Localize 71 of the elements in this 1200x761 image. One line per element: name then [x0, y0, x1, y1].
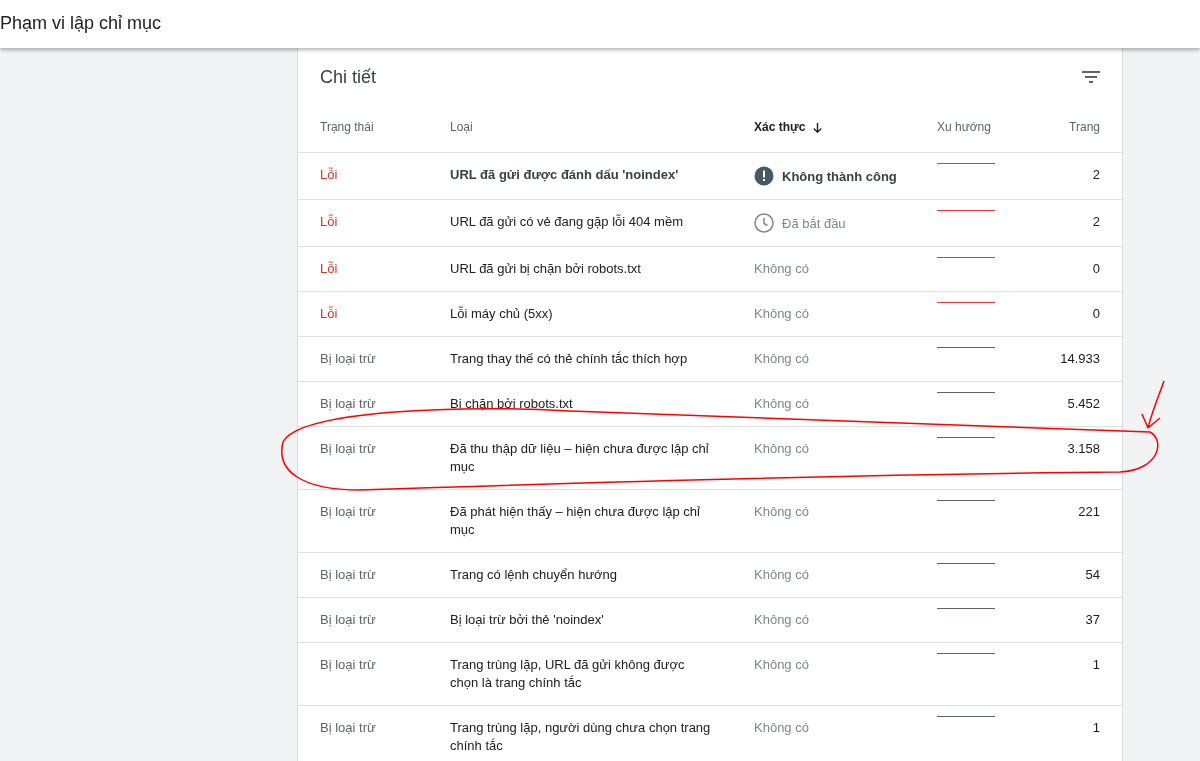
- issue-type-text: Đã thu thập dữ liệu – hiện chưa được lập chỉ mục: [450, 439, 710, 476]
- exclamation-icon: [754, 165, 774, 186]
- table-row[interactable]: Lỗi URL đã gửi bị chặn bởi robots.txt Không có 0: [298, 246, 1122, 291]
- table-row[interactable]: Bị loại trừ Đã phát hiện thấy – hiện chưa được lập chỉ mục Không có 221: [298, 489, 1122, 552]
- table-row[interactable]: Bị loại trừ Trang trùng lặp, người dùng chưa chọn trang chính tắc Không có 1: [298, 705, 1122, 761]
- validation-status-text: Không có: [754, 610, 809, 629]
- validation-status-text: Không có: [754, 655, 809, 674]
- status-text: Bị loại trừ: [320, 565, 376, 584]
- table-row[interactable]: Bị loại trừ Trang thay thế có thẻ chính tắc thích hợp Không có 14.933: [298, 336, 1122, 381]
- validation-status-text: Không có: [754, 502, 809, 521]
- issue-type-text: Bị loại trừ bởi thẻ 'noindex': [450, 610, 604, 629]
- filter-icon[interactable]: [1082, 71, 1100, 83]
- status-text: Bị loại trừ: [320, 502, 376, 521]
- status-text: Lỗi: [320, 304, 338, 323]
- validation-status-text: Không có: [754, 565, 809, 584]
- validation-status-text: Không có: [754, 718, 809, 737]
- table-row[interactable]: Lỗi Lỗi máy chủ (5xx) Không có 0: [298, 291, 1122, 336]
- column-header[interactable]: Loại: [450, 117, 473, 136]
- page-count-text: 54: [1085, 565, 1100, 584]
- page-count-text: 0: [1092, 304, 1100, 323]
- page-count-text: 221: [1078, 502, 1100, 521]
- status-text: Bị loại trừ: [320, 349, 376, 368]
- page-count-text: 2: [1092, 165, 1100, 184]
- validation-status-text: Không có: [754, 304, 809, 323]
- clock-icon: [754, 212, 774, 233]
- issue-type-text: URL đã gửi bị chặn bởi robots.txt: [450, 259, 641, 278]
- issue-type-text: Trang thay thế có thẻ chính tắc thích hợp: [450, 349, 688, 368]
- issue-type-text: Bị chặn bởi robots.txt: [450, 394, 573, 413]
- page-count-text: 0: [1092, 259, 1100, 278]
- table-row[interactable]: Lỗi URL đã gửi có vẻ đang gặp lỗi 404 mềm Đã bắt đầu 2: [298, 199, 1122, 246]
- issue-type-text: Trang trùng lặp, người dùng chưa chọn trang chính tắc: [450, 718, 712, 755]
- page-count-text: 5.452: [1067, 394, 1100, 413]
- validation-status-text: Không có: [754, 394, 809, 413]
- issue-type-text: Lỗi máy chủ (5xx): [450, 304, 553, 323]
- page-count-text: 1: [1092, 718, 1100, 737]
- status-text: Bị loại trừ: [320, 439, 376, 458]
- column-header[interactable]: Xu hướng: [937, 117, 991, 136]
- table-row[interactable]: Bị loại trừ Trang trùng lặp, URL đã gửi không được chọn là trang chính tắc Không có 1: [298, 642, 1122, 705]
- validation-status-text: Đã bắt đầu: [782, 214, 846, 233]
- issue-type-text: Trang trùng lặp, URL đã gửi không được chọn là trang chính tắc: [450, 655, 686, 692]
- page-count-text: 2: [1092, 212, 1100, 231]
- validation-status-text: Không thành công: [782, 167, 897, 186]
- page-count-text: 3.158: [1067, 439, 1100, 458]
- validation-status-text: Không có: [754, 259, 809, 278]
- status-text: Bị loại trừ: [320, 610, 376, 629]
- card-title: Chi tiết: [320, 65, 377, 89]
- status-text: Bị loại trừ: [320, 655, 376, 674]
- table-row[interactable]: Bị loại trừ Bị loại trừ bởi thẻ 'noindex' Không có 37: [298, 597, 1122, 642]
- issue-type-text: URL đã gửi được đánh dấu 'noindex': [450, 165, 679, 184]
- table-row[interactable]: Bị loại trừ Trang có lệnh chuyển hướng Không có 54: [298, 552, 1122, 597]
- validation-status-text: Không có: [754, 349, 809, 368]
- status-text: Lỗi: [320, 259, 338, 278]
- status-text: Bị loại trừ: [320, 394, 376, 413]
- column-header[interactable]: Trạng thái: [320, 117, 374, 136]
- issue-type-text: Đã phát hiện thấy – hiện chưa được lập chỉ mục: [450, 502, 701, 539]
- page-title: Phạm vi lập chỉ mục: [0, 13, 162, 35]
- column-header[interactable]: Trang: [1069, 117, 1100, 136]
- sort-down-arrow-icon: [813, 122, 823, 133]
- status-text: Bị loại trừ: [320, 718, 376, 737]
- column-header[interactable]: Xác thực: [754, 117, 806, 136]
- issue-type-text: Trang có lệnh chuyển hướng: [450, 565, 618, 584]
- page-count-text: 37: [1085, 610, 1100, 629]
- page-count-text: 1: [1092, 655, 1100, 674]
- issue-type-text: URL đã gửi có vẻ đang gặp lỗi 404 mềm: [450, 212, 683, 231]
- status-text: Lỗi: [320, 212, 338, 231]
- page-count-text: 14.933: [1060, 349, 1100, 368]
- table-row[interactable]: Bị loại trừ Bị chặn bởi robots.txt Không có 5.452: [298, 381, 1122, 426]
- hand-drawn-arrow: [1139, 378, 1167, 432]
- table-row[interactable]: Lỗi URL đã gửi được đánh dấu 'noindex' Không thành công 2: [298, 152, 1122, 199]
- validation-status-text: Không có: [754, 439, 809, 458]
- status-text: Lỗi: [320, 165, 338, 184]
